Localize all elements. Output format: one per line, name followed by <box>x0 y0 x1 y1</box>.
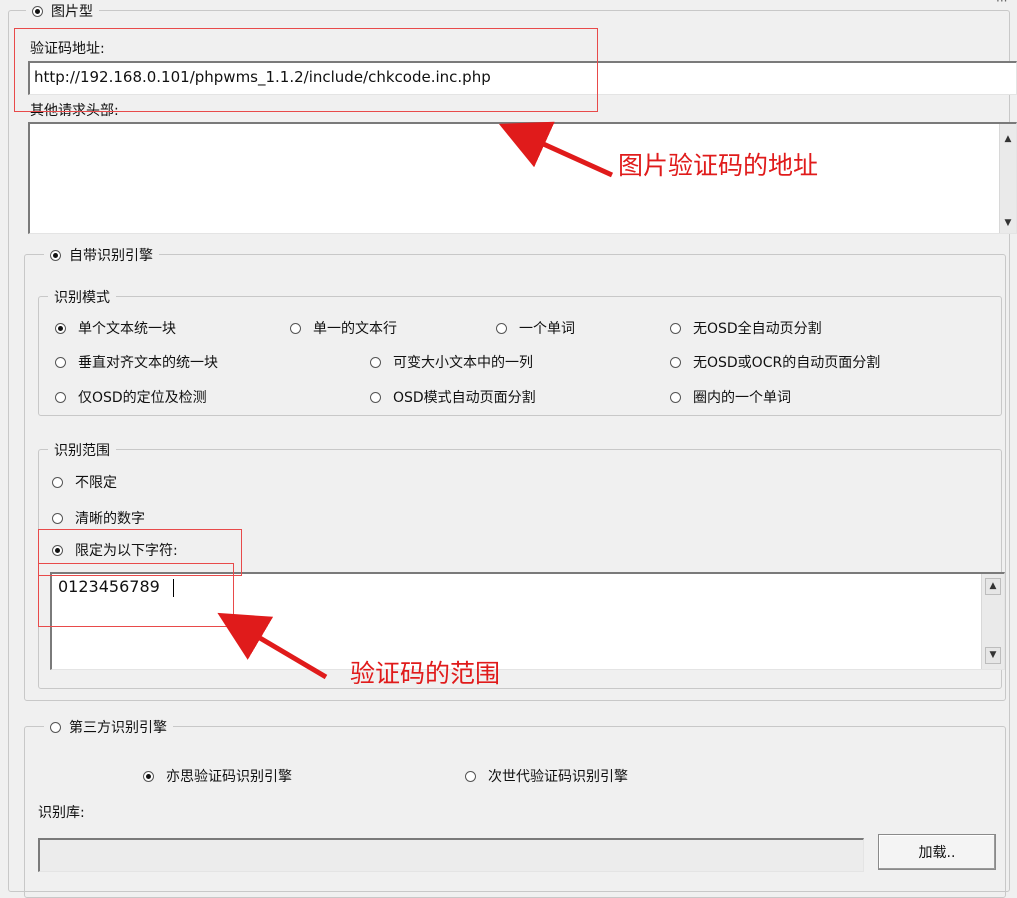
url-annotation: 图片验证码的地址 <box>618 151 819 180</box>
annotation-arrows <box>217 121 614 680</box>
url-arrow <box>498 121 614 178</box>
range-arrow <box>217 612 328 680</box>
range-annotation: 验证码的范围 <box>350 659 501 688</box>
